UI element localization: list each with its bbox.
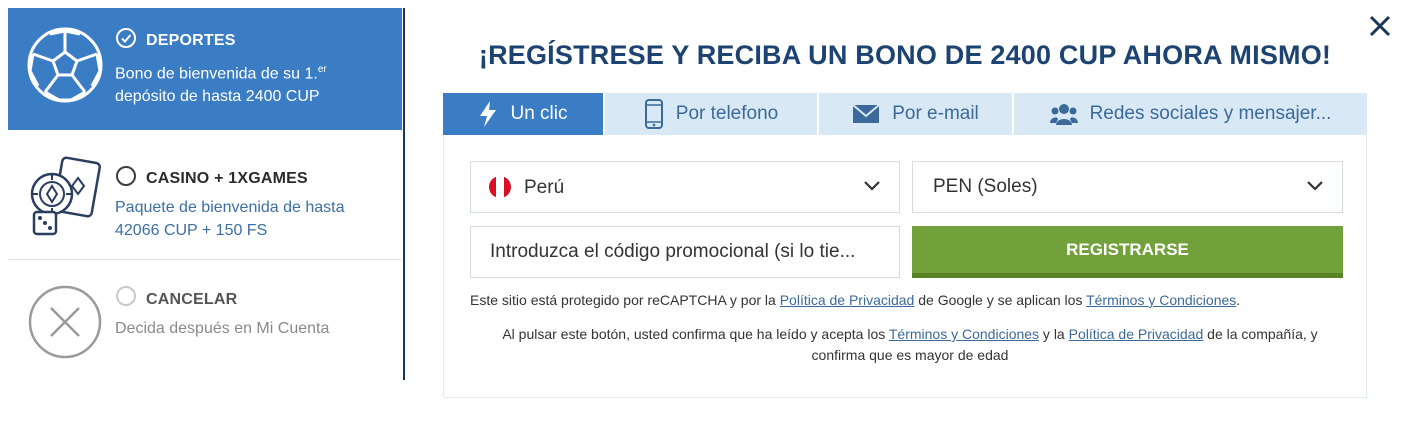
close-icon[interactable] bbox=[1366, 12, 1394, 40]
soccer-ball-icon bbox=[27, 27, 103, 103]
tab-phone[interactable]: Por telefono bbox=[605, 93, 819, 135]
currency-select[interactable]: PEN (Soles) bbox=[912, 161, 1343, 213]
tab-label: Por telefono bbox=[675, 103, 779, 124]
page-title: ¡REGÍSTRESE Y RECIBA UN BONO DE 2400 CUP… bbox=[478, 40, 1332, 70]
tab-label: Redes sociales y mensajer... bbox=[1089, 103, 1332, 124]
casino-description: Paquete de bienvenida de hasta 42066 CUP… bbox=[115, 199, 345, 239]
country-value: Perú bbox=[524, 177, 565, 198]
cancel-radio[interactable] bbox=[116, 286, 136, 306]
sports-description: Bono de bienvenida de su 1.er depósito d… bbox=[115, 64, 327, 106]
tab-label: Un clic bbox=[510, 103, 568, 124]
country-select[interactable]: Perú bbox=[470, 161, 900, 213]
sports-title: DEPORTES bbox=[146, 32, 236, 49]
sports-radio[interactable] bbox=[116, 28, 136, 48]
promo-code-input[interactable] bbox=[490, 241, 890, 263]
terms-link[interactable]: Términos y Condiciones bbox=[889, 326, 1039, 342]
cancel-description: Decida después en Mi Cuenta bbox=[115, 320, 330, 337]
tab-label: Por e-mail bbox=[892, 103, 979, 124]
chevron-down-icon bbox=[1307, 181, 1323, 191]
cancel-title: CANCELAR bbox=[146, 291, 238, 308]
bonus-panel: DEPORTES Bono de bienvenida de su 1.er d… bbox=[0, 8, 405, 380]
bonus-option-casino[interactable]: CASINO + 1XGAMES Paquete de bienvenida d… bbox=[8, 130, 402, 260]
bonus-option-cancel[interactable]: CANCELAR Decida después en Mi Cuenta bbox=[8, 261, 402, 380]
casino-radio[interactable] bbox=[116, 166, 136, 186]
tab-email[interactable]: Por e-mail bbox=[819, 93, 1014, 135]
cancel-circle-icon bbox=[28, 285, 102, 359]
registration-tabs: Un clic Por telefono Por e-mail Redes so… bbox=[443, 93, 1367, 135]
privacy-policy-link[interactable]: Política de Privacidad bbox=[1069, 326, 1204, 342]
currency-value: PEN (Soles) bbox=[933, 176, 1038, 197]
users-icon bbox=[1049, 104, 1078, 125]
promo-code-field bbox=[470, 226, 900, 278]
confirmation-notice: Al pulsar este botón, usted confirma que… bbox=[502, 326, 1318, 363]
check-icon bbox=[121, 34, 132, 43]
casino-chip-cards-icon bbox=[30, 156, 102, 236]
bonus-option-sports[interactable]: DEPORTES Bono de bienvenida de su 1.er d… bbox=[8, 8, 402, 130]
privacy-policy-link[interactable]: Política de Privacidad bbox=[780, 292, 915, 308]
phone-icon bbox=[644, 99, 663, 129]
terms-link[interactable]: Términos y Condiciones bbox=[1086, 292, 1236, 308]
lightning-icon bbox=[480, 101, 497, 127]
tab-one-click[interactable]: Un clic bbox=[443, 93, 605, 135]
register-button[interactable]: REGISTRARSE bbox=[912, 226, 1343, 278]
tab-social[interactable]: Redes sociales y mensajer... bbox=[1014, 93, 1367, 135]
peru-flag-icon bbox=[489, 176, 511, 198]
envelope-icon bbox=[852, 104, 880, 123]
chevron-down-icon bbox=[864, 181, 880, 191]
recaptcha-notice: Este sitio está protegido por reCAPTCHA … bbox=[470, 292, 1241, 308]
casino-title: CASINO + 1XGAMES bbox=[146, 170, 308, 187]
registration-form: Perú PEN (Soles) REGISTRARSE Este sitio … bbox=[443, 135, 1367, 398]
